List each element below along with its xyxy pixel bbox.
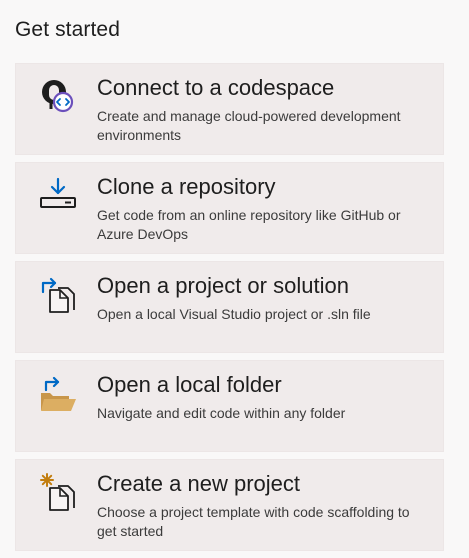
- connect-codespace-button[interactable]: Connect to a codespace Create and manage…: [15, 63, 444, 155]
- card-title: Open a project or solution: [97, 273, 349, 298]
- get-started-panel: Get started Connect to a codespace Creat…: [0, 0, 469, 558]
- card-description: Get code from an online repository like …: [97, 207, 401, 242]
- card-title: Clone a repository: [97, 174, 276, 199]
- card-title: Open a local folder: [97, 372, 282, 397]
- card-title: Create a new project: [97, 471, 300, 496]
- card-title: Connect to a codespace: [97, 75, 335, 100]
- card-description: Choose a project template with code scaf…: [97, 504, 410, 539]
- open-project-button[interactable]: Open a project or solution Open a local …: [15, 261, 444, 353]
- create-new-project-button[interactable]: Create a new project Choose a project te…: [15, 459, 444, 551]
- open-folder-icon: [38, 373, 78, 413]
- card-description: Create and manage cloud-powered developm…: [97, 108, 401, 143]
- card-description: Navigate and edit code within any folder: [97, 405, 346, 421]
- card-description: Open a local Visual Studio project or .s…: [97, 306, 371, 322]
- open-folder-button[interactable]: Open a local folder Navigate and edit co…: [15, 360, 444, 452]
- page-title: Get started: [15, 18, 120, 41]
- clone-repository-button[interactable]: Clone a repository Get code from an onli…: [15, 162, 444, 254]
- open-project-icon: [38, 274, 78, 314]
- codespace-icon: [38, 76, 78, 116]
- clone-download-icon: [38, 175, 78, 215]
- new-project-icon: [38, 472, 78, 512]
